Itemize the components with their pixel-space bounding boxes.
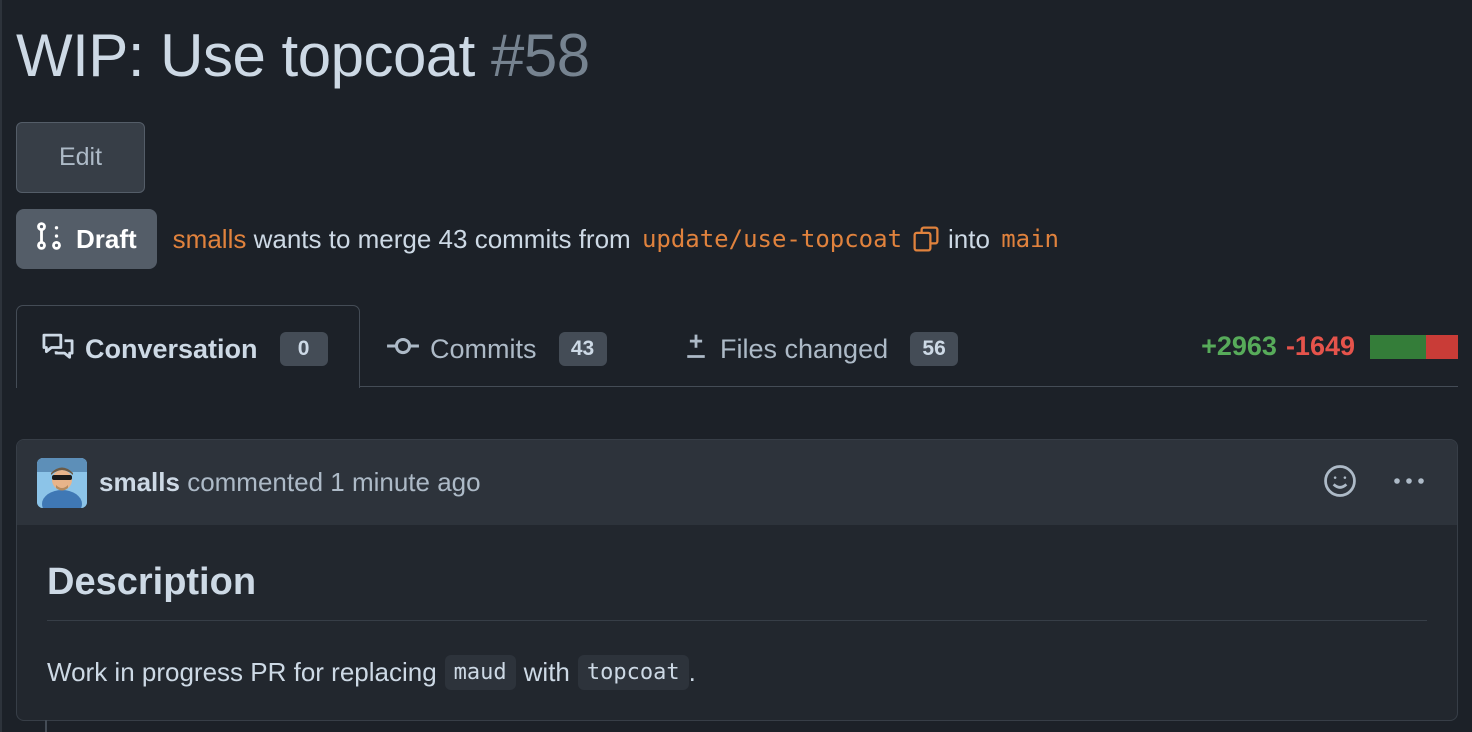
timeline-line [45, 720, 47, 732]
comment-card: smalls commented 1 minute ago Descriptio… [16, 439, 1458, 721]
comment-actions [1323, 464, 1427, 498]
inline-code-topcoat: topcoat [577, 655, 689, 690]
draft-label: Draft [76, 223, 137, 254]
additions-count: +2963 [1201, 331, 1277, 361]
description-text-start: Work in progress PR for replacing [47, 657, 437, 687]
comment-discussion-icon [41, 331, 75, 368]
diffstat-bar-deletions [1426, 334, 1458, 359]
draft-state-badge: Draft [16, 209, 157, 269]
deletions-count: -1649 [1285, 331, 1355, 361]
inline-code-maud: maud [444, 655, 516, 690]
comment-body: Description Work in progress PR for repl… [17, 525, 1457, 690]
tab-commits-label: Commits [430, 333, 537, 364]
pr-state-row: Draft smalls wants to merge 43 commits f… [16, 209, 1063, 269]
file-diff-icon [682, 331, 710, 368]
git-pull-request-draft-icon [34, 221, 64, 258]
commits-count-badge: 43 [558, 332, 607, 366]
conversation-count-badge: 0 [279, 332, 328, 366]
smiley-icon[interactable] [1323, 464, 1357, 498]
comment-action: commented [187, 467, 324, 497]
left-border [0, 0, 2, 732]
description-heading: Description [47, 561, 1427, 621]
comment-meta: smalls commented 1 minute ago [99, 467, 481, 498]
tab-conversation[interactable]: Conversation 0 [41, 330, 328, 368]
copy-icon[interactable] [912, 225, 940, 253]
description-text-end: . [688, 657, 696, 687]
description-paragraph: Work in progress PR for replacing maud w… [47, 655, 1427, 690]
pr-title: WIP: Use topcoat #58 [16, 18, 590, 94]
tab-commits[interactable]: Commits 43 [386, 330, 607, 368]
comment-author-link[interactable]: smalls [99, 467, 180, 497]
head-branch-link[interactable]: update/use-topcoat [638, 225, 906, 253]
diffstat-bar-additions [1370, 334, 1426, 359]
pr-title-text: WIP: Use topcoat [16, 22, 475, 89]
tab-files-changed[interactable]: Files changed 56 [682, 330, 959, 368]
avatar[interactable] [37, 457, 87, 508]
git-commit-icon [386, 331, 420, 368]
merge-description: smalls wants to merge 43 commits from up… [173, 224, 1063, 255]
into-text: into [948, 223, 990, 254]
tab-files-changed-label: Files changed [720, 333, 889, 364]
diffstat-bar [1370, 334, 1458, 359]
diffstat: +2963 -1649 [1201, 331, 1458, 362]
merge-text: wants to merge 43 commits from [253, 223, 631, 254]
tab-conversation-label: Conversation [85, 333, 258, 364]
base-branch-link[interactable]: main [997, 225, 1063, 253]
edit-button[interactable]: Edit [16, 122, 145, 193]
files-changed-count-badge: 56 [910, 332, 959, 366]
comment-timestamp[interactable]: 1 minute ago [330, 467, 480, 497]
pr-number: #58 [491, 22, 590, 89]
description-text-mid: with [523, 657, 570, 687]
pr-author-link[interactable]: smalls [173, 224, 247, 255]
comment-header: smalls commented 1 minute ago [17, 440, 1457, 525]
kebab-horizontal-icon[interactable] [1391, 464, 1427, 498]
